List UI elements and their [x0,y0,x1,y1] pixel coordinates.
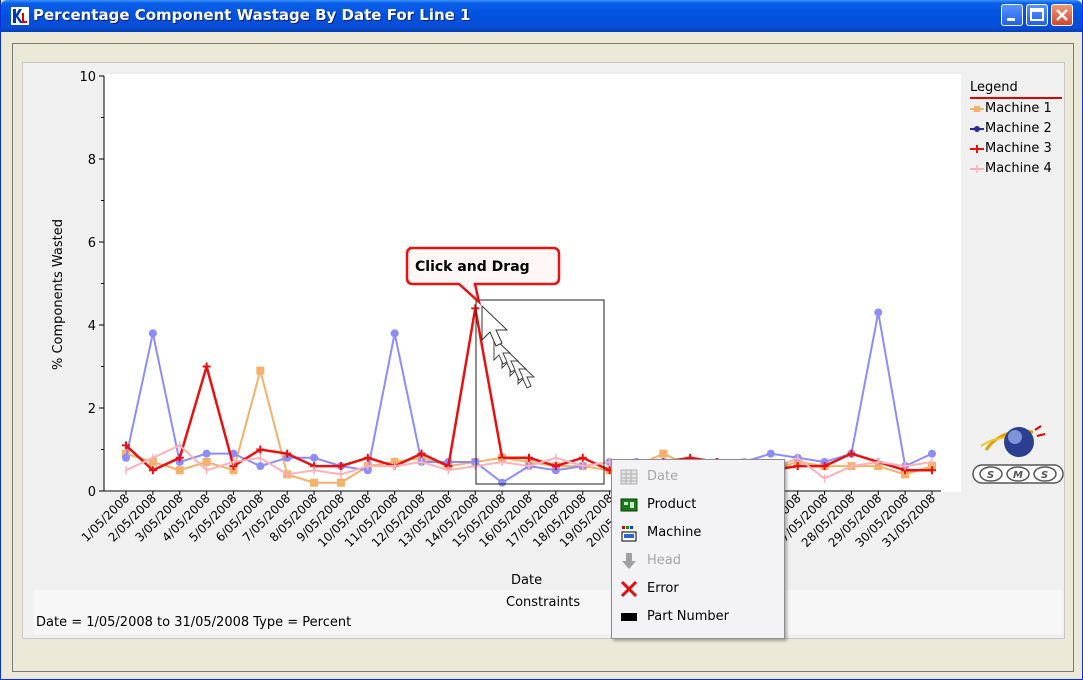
y-tick-label: 0 [88,485,96,500]
drilldown-context-menu: Date Product Machine Head Error Part Num… [611,459,785,639]
click-and-drag-callout [405,246,561,306]
data-point[interactable] [256,366,265,375]
down-arrow-icon [622,553,636,569]
legend-item-machine-3[interactable]: Machine 3 [970,139,1065,159]
menu-item-part-number[interactable]: Part Number [612,603,784,631]
x-tick-labels: 1/05/20082/05/20083/05/20084/05/20085/05… [79,491,938,550]
data-point[interactable] [256,462,265,471]
data-point[interactable] [202,457,211,466]
data-point[interactable] [310,453,319,462]
legend-title: Legend [970,80,1062,99]
menu-item-product[interactable]: Product [612,491,784,519]
callout-text: Click and Drag [415,259,530,275]
data-point[interactable] [148,329,157,338]
menu-item-date: Date [612,463,784,491]
legend-item-machine-4[interactable]: Machine 4 [970,159,1065,179]
drag-cursor-icon [481,304,536,389]
data-point[interactable] [122,453,130,462]
constraints-text: Date = 1/05/2008 to 31/05/2008 Type = Pe… [36,615,352,630]
data-point[interactable] [498,478,507,487]
menu-item-error[interactable]: Error [612,575,784,603]
part-chip-icon [621,613,637,621]
data-point[interactable] [659,449,668,458]
x-axis-label: Date [511,573,543,588]
data-point[interactable] [310,478,319,487]
data-point[interactable] [175,466,184,475]
constraints-label: Constraints [506,595,581,610]
square-marker-icon [970,106,984,112]
y-tick-label: 10 [79,70,96,85]
circle-marker-icon [970,126,984,132]
circuit-board-icon [620,498,638,512]
y-tick-label: 4 [88,319,96,334]
legend-item-machine-1[interactable]: Machine 1 [970,99,1065,119]
application-window: Percentage Component Wastage By Date For… [0,0,1083,680]
svg-text:M: M [1013,470,1023,481]
data-point[interactable] [928,449,936,458]
grid-icon [620,469,638,485]
sms-logo: S M S [972,425,1064,484]
y-tick-label: 2 [88,402,96,417]
data-point[interactable] [390,329,399,338]
y-tick-label: 6 [88,236,96,251]
legend-item-machine-2[interactable]: Machine 2 [970,119,1065,139]
data-point[interactable] [202,449,211,458]
red-x-icon [620,580,638,598]
machine-icon [621,526,637,542]
legend-item-label: Machine 3 [985,141,1052,156]
menu-item-machine[interactable]: Machine [612,519,784,547]
plus-marker-icon [970,145,984,153]
legend-item-label: Machine 2 [985,121,1052,136]
data-point[interactable] [874,308,883,317]
data-point[interactable] [766,449,775,458]
menu-item-head: Head [612,547,784,575]
legend-item-label: Machine 4 [985,161,1052,176]
y-tick-label: 8 [88,153,96,168]
svg-text:S: S [987,470,994,481]
dash-marker-icon [970,165,984,173]
legend-item-label: Machine 1 [985,101,1052,116]
legend: Legend Machine 1 Machine 2 Machine 3 Mac… [970,80,1065,179]
data-point[interactable] [336,478,345,487]
y-axis-label: % Components Wasted [51,219,66,370]
svg-text:S: S [1041,470,1048,481]
